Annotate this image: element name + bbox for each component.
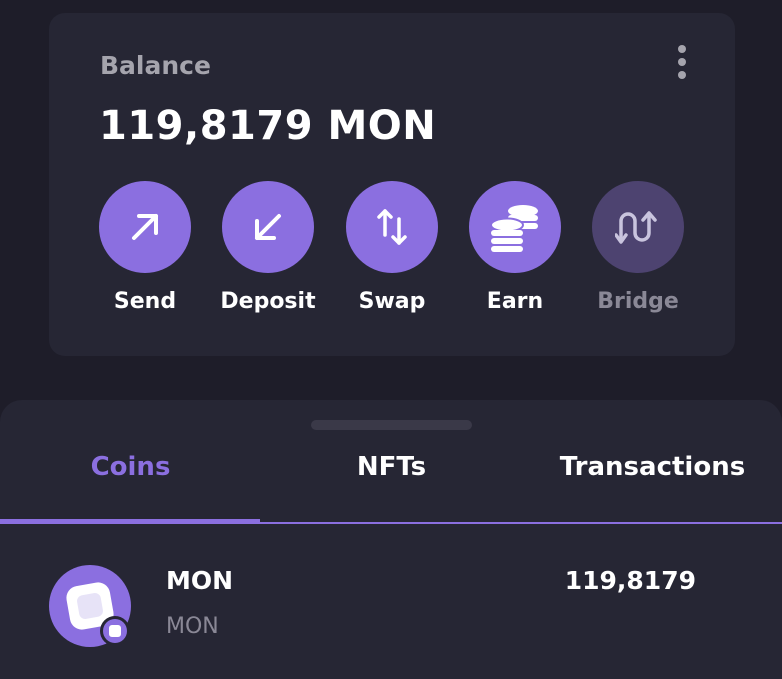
monad-logo-icon <box>48 564 132 648</box>
coin-balance: 119,8179 <box>564 566 696 595</box>
balance-card: Balance 119,8179 MON Send Deposit Swap E… <box>49 13 735 356</box>
drag-handle[interactable] <box>311 420 472 430</box>
active-tab-indicator <box>0 519 260 524</box>
earn-button[interactable]: Earn <box>455 181 575 314</box>
arrow-up-right-icon <box>99 181 191 273</box>
balance-amount: 119,8179 MON <box>99 103 437 149</box>
assets-sheet: Coins NFTs Transactions MON MON 119,8179 <box>0 400 782 679</box>
bridge-label: Bridge <box>597 289 679 314</box>
swap-vertical-icon <box>346 181 438 273</box>
tab-transactions[interactable]: Transactions <box>522 452 782 482</box>
send-label: Send <box>113 289 177 314</box>
deposit-button[interactable]: Deposit <box>208 181 328 314</box>
balance-label: Balance <box>100 51 211 80</box>
send-button[interactable]: Send <box>85 181 205 314</box>
deposit-label: Deposit <box>220 289 316 314</box>
coins-stack-icon <box>469 181 561 273</box>
bridge-icon <box>592 181 684 273</box>
arrow-down-left-icon <box>222 181 314 273</box>
bridge-button[interactable]: Bridge <box>578 181 698 314</box>
tab-coins[interactable]: Coins <box>0 452 261 482</box>
tab-nfts[interactable]: NFTs <box>261 452 522 482</box>
coin-name: MON <box>166 566 234 595</box>
coin-symbol: MON <box>166 614 219 639</box>
coin-row-mon[interactable]: MON MON 119,8179 <box>0 560 782 660</box>
swap-label: Swap <box>358 289 426 314</box>
earn-label: Earn <box>486 289 544 314</box>
swap-button[interactable]: Swap <box>332 181 452 314</box>
more-options-icon[interactable] <box>673 45 691 85</box>
